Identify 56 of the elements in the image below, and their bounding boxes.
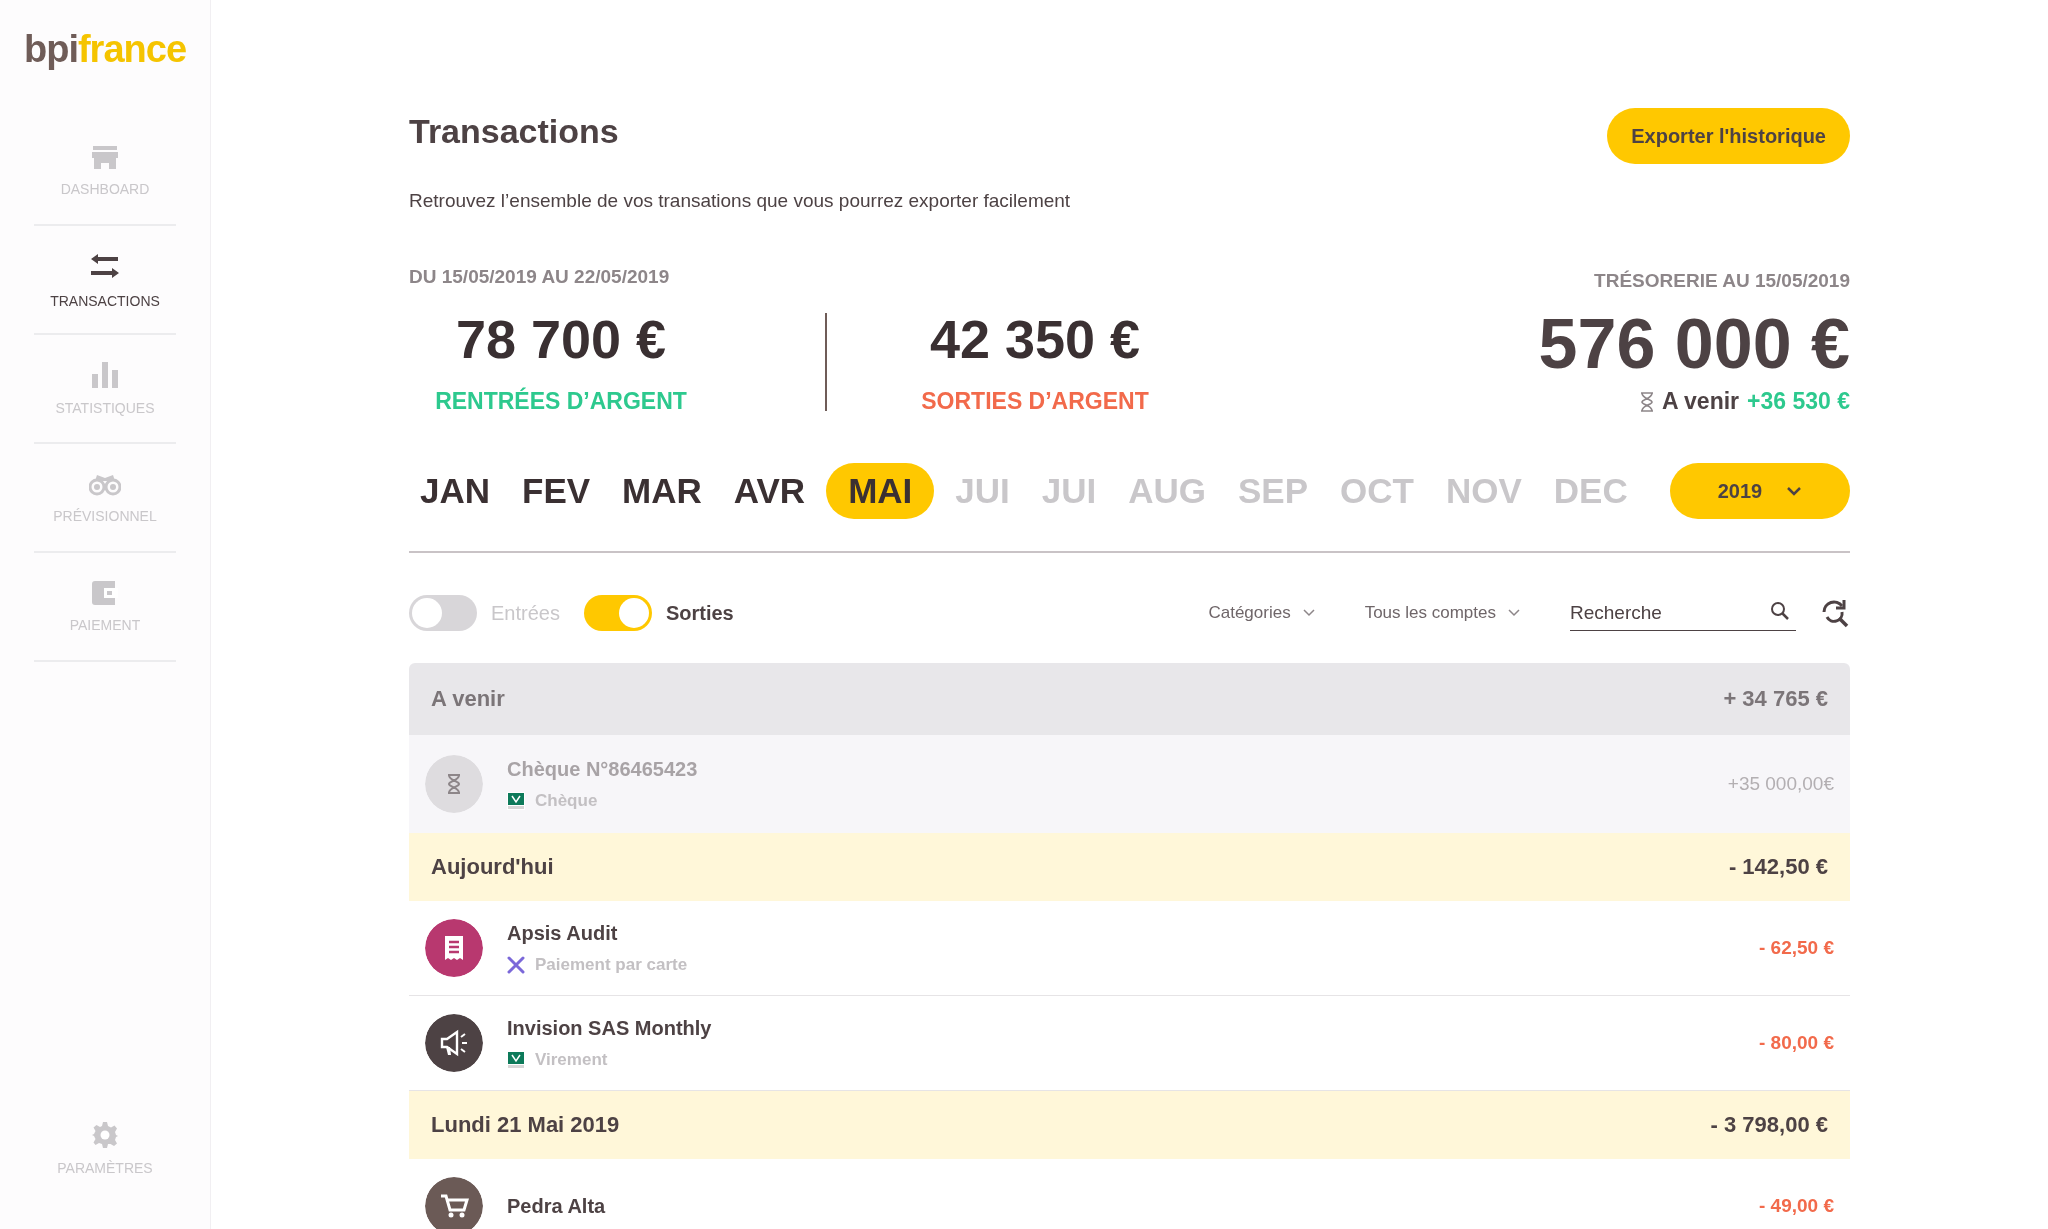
payment-method: Virement	[535, 1049, 608, 1070]
logo: bpifrance	[23, 28, 186, 71]
settings-icon	[92, 1121, 118, 1148]
wallet-icon	[92, 580, 118, 605]
expense-amount: 42 350 €	[929, 308, 1141, 370]
transaction-name: Pedra Alta	[507, 1194, 606, 1218]
upcoming-label: A venir	[1661, 388, 1740, 415]
month-tab[interactable]: FEV	[511, 463, 602, 519]
transaction-name: Invision SAS Monthly	[507, 1016, 712, 1040]
filter-toggle[interactable]: Sorties	[583, 595, 734, 631]
transaction-name: Chèque N°86465423	[507, 757, 698, 781]
group-title: Aujourd'hui	[431, 854, 554, 880]
transaction-amount: - 62,50 €	[1759, 937, 1834, 959]
nav-item[interactable]: TRANSACTIONS	[34, 226, 176, 335]
page-title: Transactions	[409, 112, 619, 151]
income-label: RENTRÉES D’ARGENT	[435, 388, 687, 415]
search-field[interactable]: Recherche	[1570, 595, 1796, 631]
year-dropdown[interactable]: 2019	[1670, 463, 1850, 519]
group-total: - 3 798,00 €	[1710, 1112, 1828, 1138]
transaction-row[interactable]: Apsis Audit Paiement par carte - 62,50 €	[409, 901, 1850, 996]
accounts-dropdown[interactable]: Tous les comptes	[1364, 603, 1520, 623]
treasury-amount: 576 000 €	[1538, 304, 1850, 384]
transaction-row[interactable]: Pedra Alta - 49,00 €	[409, 1159, 1850, 1229]
treasury-label: TRÉSORERIE AU 15/05/2019	[1594, 270, 1850, 292]
bank-logo-icon	[507, 791, 525, 810]
month-tab[interactable]: MAR	[611, 463, 713, 519]
upcoming-amount: +36 530 €	[1747, 388, 1850, 415]
page-subtitle: Retrouvez l’ensemble de vos transations que vous pourrez exporter facilement	[409, 190, 1072, 212]
chevron-down-icon	[1508, 609, 1520, 617]
period-label: DU 15/05/2019 AU 22/05/2019	[409, 266, 671, 288]
transaction-amount: - 80,00 €	[1759, 1032, 1834, 1054]
transaction-amount: +35 000,00€	[1727, 773, 1834, 795]
group-title: Lundi 21 Mai 2019	[431, 1112, 620, 1138]
hourglass-avatar-icon	[425, 755, 483, 813]
chevron-down-icon	[1302, 609, 1315, 617]
shop-icon	[92, 144, 118, 169]
group-total: - 142,50 €	[1728, 854, 1828, 880]
bar-chart-icon	[92, 361, 118, 388]
chevron-down-icon	[1786, 486, 1803, 496]
group-total: + 34 765 €	[1723, 686, 1828, 712]
month-tab[interactable]: JAN	[409, 463, 502, 519]
categories-dropdown[interactable]: Catégories	[1208, 603, 1315, 623]
hourglass-icon	[1639, 391, 1654, 412]
export-button[interactable]: Exporter l'historique	[1607, 108, 1850, 164]
transaction-name: Apsis Audit	[507, 921, 619, 945]
income-amount: 78 700 €	[455, 308, 667, 370]
payment-method: Paiement par carte	[535, 954, 688, 975]
expense-label: SORTIES D’ARGENT	[921, 388, 1149, 415]
bank-logo-icon	[507, 1050, 525, 1069]
cross-icon	[507, 955, 525, 974]
transaction-amount: - 49,00 €	[1759, 1195, 1834, 1217]
month-tab[interactable]: MAI	[826, 463, 935, 519]
search-icon	[1770, 601, 1790, 621]
month-tab[interactable]: AVR	[722, 463, 817, 519]
group-title: A venir	[431, 686, 505, 712]
refresh-search-icon[interactable]	[1820, 598, 1850, 628]
